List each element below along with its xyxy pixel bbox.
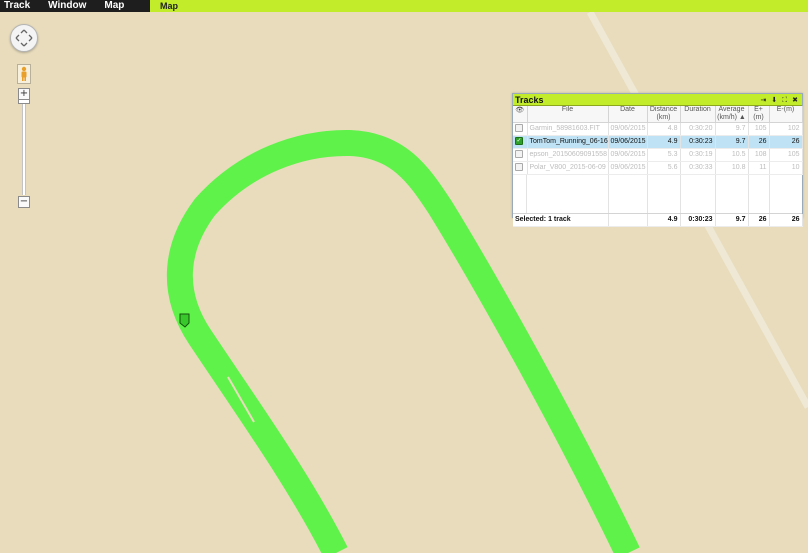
cell-duration: 0:30:33 [680,161,716,175]
cell-eminus: 102 [769,122,803,136]
cell-eminus: 105 [769,148,803,162]
cell-eplus: 105 [748,122,770,136]
close-icon[interactable]: ✖ [792,95,798,105]
cell-file: epson_20150609091558 [527,148,609,162]
cell-duration: 0:30:23 [680,135,716,149]
cell-duration: 0:30:19 [680,148,716,162]
column-duration[interactable]: Duration [680,106,716,123]
summary-eplus: 26 [748,214,770,227]
cell-distance: 5.6 [647,161,681,175]
cell-date: 09/06/2015 [608,135,648,149]
cell-file: Polar_V800_2015-06-09 [527,161,609,175]
cell-distance: 5.3 [647,148,681,162]
cell-eplus: 26 [748,135,770,149]
column-average[interactable]: Average (km/h) ▲ [715,106,749,123]
tab-map[interactable]: Map [160,0,178,12]
cell-distance: 4.8 [647,122,681,136]
tracks-panel-header: Tracks ⇥ ⬇ ⛶ ✖ [513,94,802,106]
summary-average: 9.7 [715,214,749,227]
table-row[interactable]: Garmin_58981603.FIT 09/06/2015 4.8 0:30:… [513,122,803,136]
summary-duration: 0:30:23 [680,214,716,227]
pan-arrows-icon [15,29,33,47]
cell-date: 09/06/2015 [608,148,648,162]
cell-distance: 4.9 [647,135,681,149]
cell-date: 09/06/2015 [608,122,648,136]
column-elevation-loss[interactable]: E-(m) [769,106,803,123]
row-visibility-checkbox[interactable] [515,124,523,133]
pan-control[interactable] [10,24,38,52]
summary-eminus: 26 [769,214,803,227]
zoom-out-button[interactable]: − [18,196,30,208]
row-visibility-checkbox[interactable] [515,150,523,159]
zoom-slider-thumb[interactable] [18,99,30,104]
column-date[interactable]: Date [608,106,648,123]
table-row[interactable]: epson_20150609091558 09/06/2015 5.3 0:30… [513,148,803,162]
cell-file: TomTom_Running_06-16 [527,135,609,149]
cell-eminus: 26 [769,135,803,149]
cell-duration: 0:30:20 [680,122,716,136]
cell-file: Garmin_58981603.FIT [527,122,609,136]
menu-track[interactable]: Track [0,0,30,12]
column-visibility[interactable]: 👁 [513,106,528,123]
tab-bar: Map [150,0,808,12]
menu-map[interactable]: Map [100,0,124,12]
menu-bar: Track Window Map [0,0,150,12]
route-track-secondary [183,314,335,553]
summary-row: Selected: 1 track 4.9 0:30:23 9.7 26 26 [513,214,803,227]
tracks-table-header: 👁 File Date Distance (km) Duration Avera… [513,106,803,123]
pin-icon[interactable]: ⬇ [771,95,777,105]
tracks-summary-table: Selected: 1 track 4.9 0:30:23 9.7 26 26 [513,214,803,227]
maximize-icon[interactable]: ⛶ [782,95,787,105]
table-row[interactable]: Polar_V800_2015-06-09 09/06/2015 5.6 0:3… [513,161,803,175]
column-distance[interactable]: Distance (km) [647,106,681,123]
cell-average: 9.7 [715,122,749,136]
table-empty-area [513,175,802,214]
tracks-panel-title: Tracks [515,94,544,105]
map-view[interactable]: + − Tracks ⇥ ⬇ ⛶ ✖ 👁 File Date Distance … [0,12,808,553]
summary-date [608,214,648,227]
summary-distance: 4.9 [647,214,681,227]
cell-average: 9.7 [715,135,749,149]
summary-label: Selected: 1 track [513,214,609,227]
tracks-table: 👁 File Date Distance (km) Duration Avera… [513,106,803,175]
zoom-slider-track[interactable] [22,100,26,195]
cell-eplus: 108 [748,148,770,162]
cell-average: 10.8 [715,161,749,175]
cell-date: 09/06/2015 [608,161,648,175]
column-file[interactable]: File [527,106,609,123]
tracks-panel: Tracks ⇥ ⬇ ⛶ ✖ 👁 File Date Distance (km)… [512,93,803,227]
eye-icon: 👁 [515,106,525,114]
table-row[interactable]: ✓ TomTom_Running_06-16 09/06/2015 4.9 0:… [513,135,803,149]
street-view-pegman-icon[interactable] [17,64,31,84]
cell-eminus: 10 [769,161,803,175]
menu-window[interactable]: Window [44,0,86,12]
column-elevation-gain[interactable]: E+(m) [748,106,770,123]
row-visibility-checkbox[interactable] [515,163,523,172]
cell-average: 10.5 [715,148,749,162]
cell-eplus: 11 [748,161,770,175]
dock-icon[interactable]: ⇥ [760,95,766,105]
row-visibility-checkbox[interactable]: ✓ [515,137,523,146]
